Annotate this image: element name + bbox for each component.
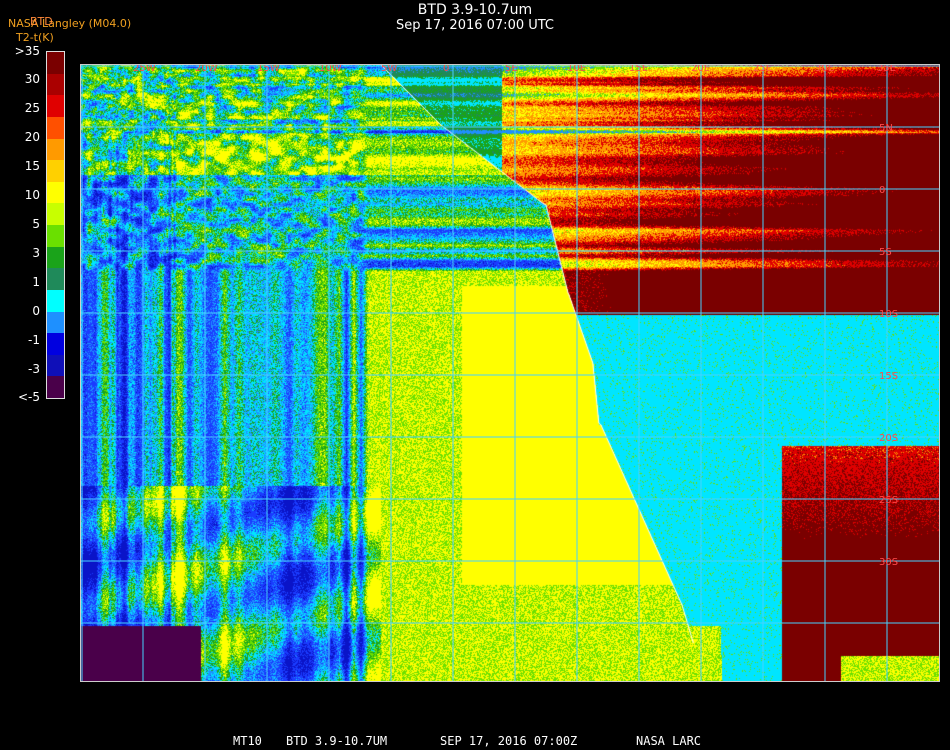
latitude-label: 25S [879, 495, 898, 506]
map-overlay: 25W 20W 15W 10W 5W 0 5E 10E 15E 20E 25E 30E 35E 5N 0 5S… [81, 65, 939, 681]
legend-tick-label: 20 [24, 130, 40, 144]
footer-product: BTD 3.9-10.7UM [286, 734, 388, 748]
longitude-label: 5W [381, 65, 397, 74]
latitude-label: 20S [879, 433, 898, 444]
legend-swatch [47, 333, 64, 356]
longitude-label: 15W [257, 65, 280, 74]
legend-tick-label: 25 [24, 101, 40, 115]
legend-swatch [47, 246, 64, 269]
longitude-label: 20W [195, 65, 218, 74]
legend-swatch [47, 73, 64, 96]
legend-tick-label: -1 [28, 333, 40, 347]
legend-tick-label: 15 [24, 159, 40, 173]
legend-tick-label: 10 [24, 188, 40, 202]
longitude-label: 25W [133, 65, 156, 74]
legend-tick-label: 1 [32, 275, 40, 289]
longitude-label: 15E [629, 65, 648, 74]
legend-swatch [47, 95, 64, 118]
legend-tick-label: 3 [32, 246, 40, 260]
longitude-label: 5E [505, 65, 518, 74]
legend-tick-label: >35 [14, 44, 40, 58]
longitude-label: 30E [815, 65, 834, 74]
credit-line-2: T2-t(K) [16, 31, 54, 44]
latitude-label: 30S [879, 557, 898, 568]
image-title: BTD 3.9-10.7um [417, 2, 533, 18]
longitude-label: 10E [567, 65, 586, 74]
latitude-label: 15S [879, 371, 898, 382]
legend-swatch [47, 268, 64, 291]
legend-swatch [47, 116, 64, 140]
latitude-label: 10S [879, 309, 898, 320]
legend-tick-label: -3 [28, 362, 40, 376]
longitude-label: 10W [319, 65, 342, 74]
legend-swatch [47, 376, 64, 398]
legend-swatch [47, 203, 64, 226]
latitude-label: 5N [879, 123, 893, 134]
footer-satellite: MT10 [233, 734, 262, 748]
legend-swatch [47, 289, 64, 313]
legend-tick-label: <-5 [17, 390, 40, 404]
longitude-label: 35E [877, 65, 896, 74]
legend-swatch [47, 160, 64, 183]
image-timestamp: Sep 17, 2016 07:00 UTC [395, 18, 555, 33]
credit-line-1: NASA Langley (M04.0) [8, 17, 132, 30]
color-legend-bar [46, 51, 65, 399]
footer-date: SEP 17, 2016 07:00Z [440, 734, 578, 748]
longitude-label: 25E [753, 65, 772, 74]
latitude-label: 5S [879, 247, 892, 258]
legend-swatch [47, 181, 64, 204]
legend-swatch [47, 354, 64, 377]
legend-tick-label: 5 [32, 217, 40, 231]
latitude-label: 0 [879, 185, 885, 196]
legend-swatch [47, 311, 64, 334]
legend-tick-label: 0 [32, 304, 40, 318]
unit-overlay-label: BTD [30, 15, 53, 28]
satellite-map[interactable]: 25W 20W 15W 10W 5W 0 5E 10E 15E 20E 25E 30E 35E 5N 0 5S… [80, 64, 940, 682]
footer-organization: NASA LARC [636, 734, 702, 748]
legend-swatch [47, 138, 64, 161]
legend-tick-label: 30 [24, 72, 40, 86]
longitude-label: 0 [443, 65, 449, 74]
legend-swatch [47, 225, 64, 248]
longitude-label: 20E [691, 65, 710, 74]
legend-swatch [47, 52, 64, 75]
